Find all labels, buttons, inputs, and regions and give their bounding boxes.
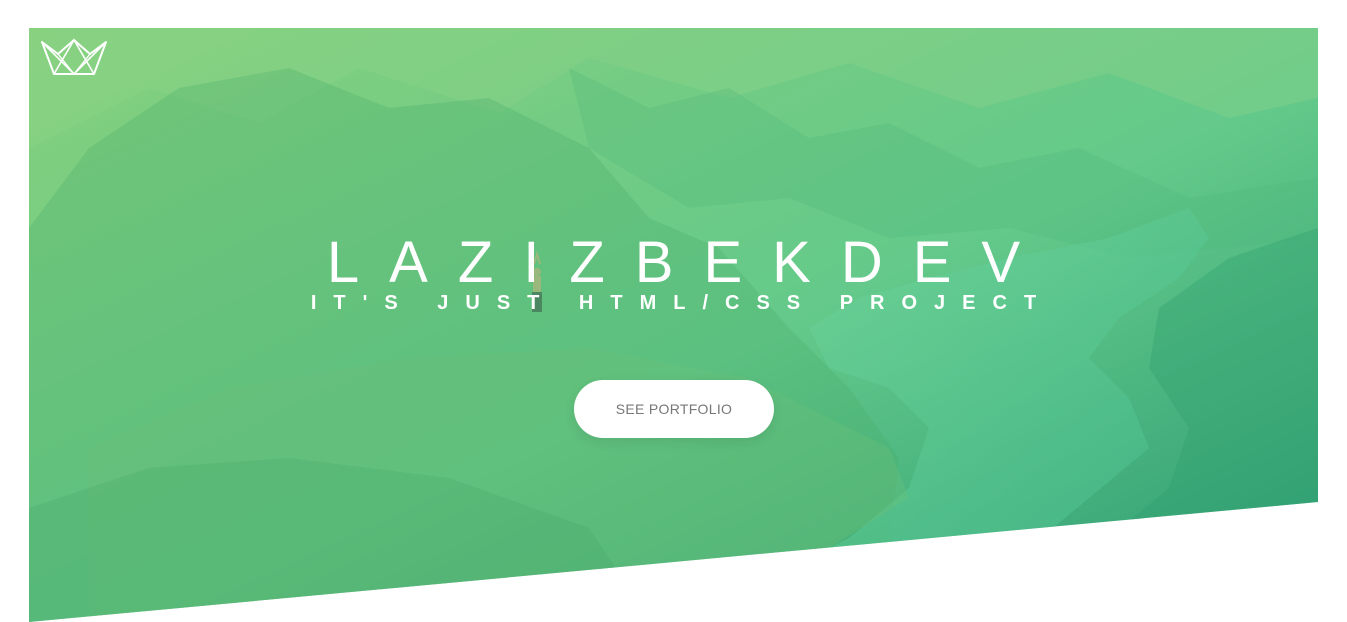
hero-subtitle: IT'S JUST HTML/CSS PROJECT: [310, 292, 1054, 314]
crown-logo-icon[interactable]: [40, 38, 108, 76]
hero-background-image: [29, 28, 1318, 622]
page: LAZIZBEKDEV IT'S JUST HTML/CSS PROJECT S…: [0, 0, 1347, 622]
see-portfolio-button[interactable]: SEE PORTFOLIO: [574, 380, 774, 438]
hero-header: LAZIZBEKDEV IT'S JUST HTML/CSS PROJECT S…: [29, 28, 1318, 622]
hero-title: LAZIZBEKDEV: [326, 230, 1051, 295]
